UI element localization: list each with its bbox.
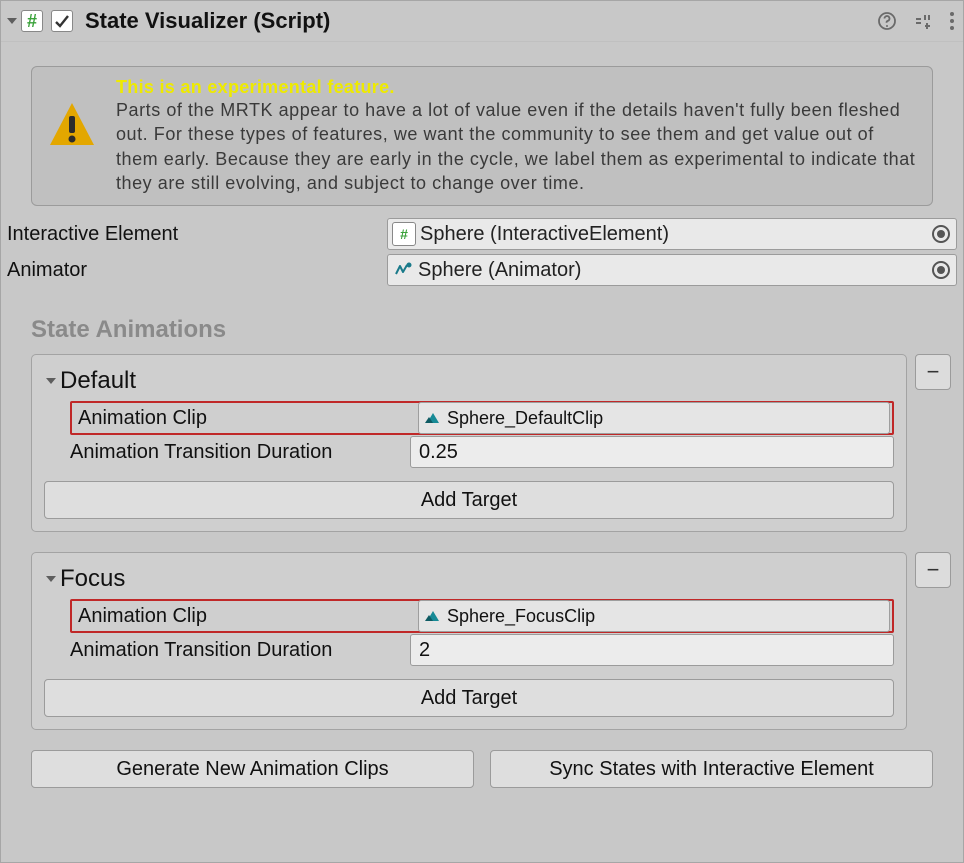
animator-ref-icon	[392, 259, 414, 281]
animator-label: Animator	[7, 259, 387, 282]
component-enabled-checkbox[interactable]	[51, 10, 73, 32]
add-target-button-default[interactable]: Add Target	[44, 481, 894, 519]
object-picker-icon[interactable]	[932, 261, 950, 279]
script-type-icon: #	[21, 10, 43, 32]
generate-clips-button[interactable]: Generate New Animation Clips	[31, 750, 474, 788]
animation-clip-value-focus: Sphere_FocusClip	[447, 606, 595, 627]
interactive-element-label: Interactive Element	[7, 223, 387, 246]
transition-duration-field-focus[interactable]: 2	[410, 634, 894, 666]
state-block-focus: Focus Animation Clip Sphere_FocusClip An…	[31, 552, 907, 730]
animation-clip-field-default[interactable]: Sphere_DefaultClip	[418, 402, 890, 434]
component-menu-icon[interactable]	[949, 11, 955, 31]
interactive-element-value: Sphere (InteractiveElement)	[420, 223, 669, 246]
warning-body: Parts of the MRTK appear to have a lot o…	[116, 98, 918, 195]
transition-duration-label: Animation Transition Duration	[70, 639, 410, 662]
remove-state-button-focus[interactable]: −	[915, 552, 951, 588]
object-picker-icon[interactable]	[932, 225, 950, 243]
sync-states-button[interactable]: Sync States with Interactive Element	[490, 750, 933, 788]
animator-value: Sphere (Animator)	[418, 259, 581, 282]
transition-duration-label: Animation Transition Duration	[70, 441, 410, 464]
animation-clip-label: Animation Clip	[72, 407, 418, 430]
preset-icon[interactable]	[913, 11, 933, 31]
remove-state-button-default[interactable]: −	[915, 354, 951, 390]
warning-title: This is an experimental feature.	[116, 77, 918, 98]
experimental-warning: This is an experimental feature. Parts o…	[31, 66, 933, 206]
add-target-button-focus[interactable]: Add Target	[44, 679, 894, 717]
interactive-element-field[interactable]: # Sphere (InteractiveElement)	[387, 218, 957, 250]
script-ref-icon: #	[392, 222, 416, 246]
component-foldout-icon[interactable]	[7, 18, 17, 24]
animclip-icon	[423, 408, 443, 428]
state-foldout-icon[interactable]	[46, 378, 56, 384]
animation-clip-label: Animation Clip	[72, 605, 418, 628]
help-icon[interactable]	[877, 11, 897, 31]
state-name-default: Default	[60, 367, 136, 395]
animclip-icon	[423, 606, 443, 626]
state-animations-heading: State Animations	[31, 316, 933, 344]
state-block-default: Default Animation Clip Sphere_DefaultCli…	[31, 354, 907, 532]
state-foldout-icon[interactable]	[46, 576, 56, 582]
animation-clip-field-focus[interactable]: Sphere_FocusClip	[418, 600, 890, 632]
component-title: State Visualizer (Script)	[85, 8, 330, 34]
state-name-focus: Focus	[60, 565, 125, 593]
animation-clip-value-default: Sphere_DefaultClip	[447, 408, 603, 429]
warning-icon	[46, 77, 98, 151]
transition-duration-field-default[interactable]: 0.25	[410, 436, 894, 468]
animator-field[interactable]: Sphere (Animator)	[387, 254, 957, 286]
